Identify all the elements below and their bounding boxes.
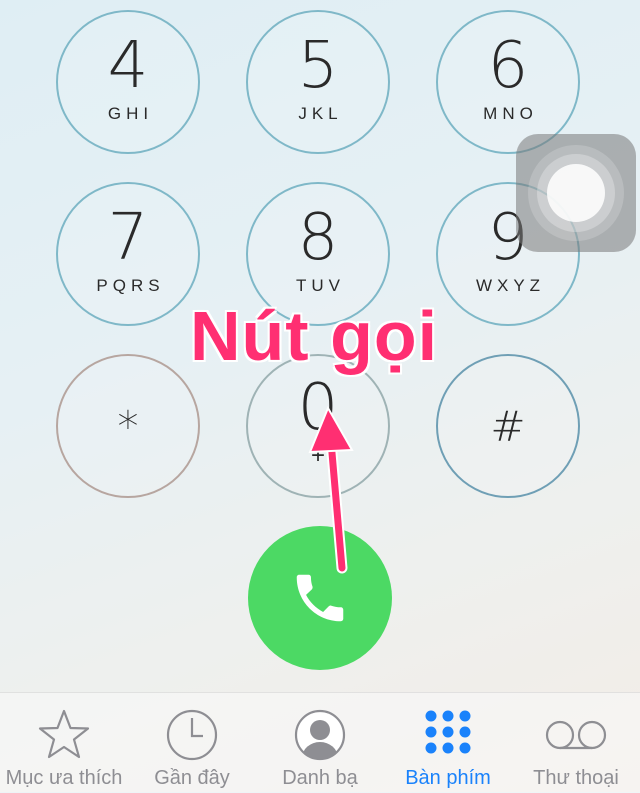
voicemail-icon — [545, 720, 607, 750]
tab-label: Bàn phím — [405, 767, 491, 789]
tab-contacts[interactable]: Danh bạ — [256, 693, 384, 793]
tab-voicemail[interactable]: Thư thoại — [512, 693, 640, 793]
tab-label: Thư thoại — [533, 767, 619, 789]
tab-favorites[interactable]: Mục ưa thích — [0, 693, 128, 793]
annotation-arrow — [308, 405, 354, 574]
tab-bar: Mục ưa thích Gần đây Danh bạ Bàn phím Th… — [0, 692, 640, 793]
tab-recents[interactable]: Gần đây — [128, 693, 256, 793]
clock-icon — [166, 709, 218, 761]
tab-keypad[interactable]: Bàn phím — [384, 693, 512, 793]
contact-icon — [294, 709, 346, 761]
tab-label: Mục ưa thích — [5, 767, 123, 789]
star-icon — [38, 709, 90, 759]
tab-label: Danh bạ — [282, 767, 358, 789]
keypad-icon — [425, 710, 471, 754]
tab-label: Gần đây — [154, 767, 230, 789]
annotation-label: Nút gọi — [190, 297, 439, 375]
